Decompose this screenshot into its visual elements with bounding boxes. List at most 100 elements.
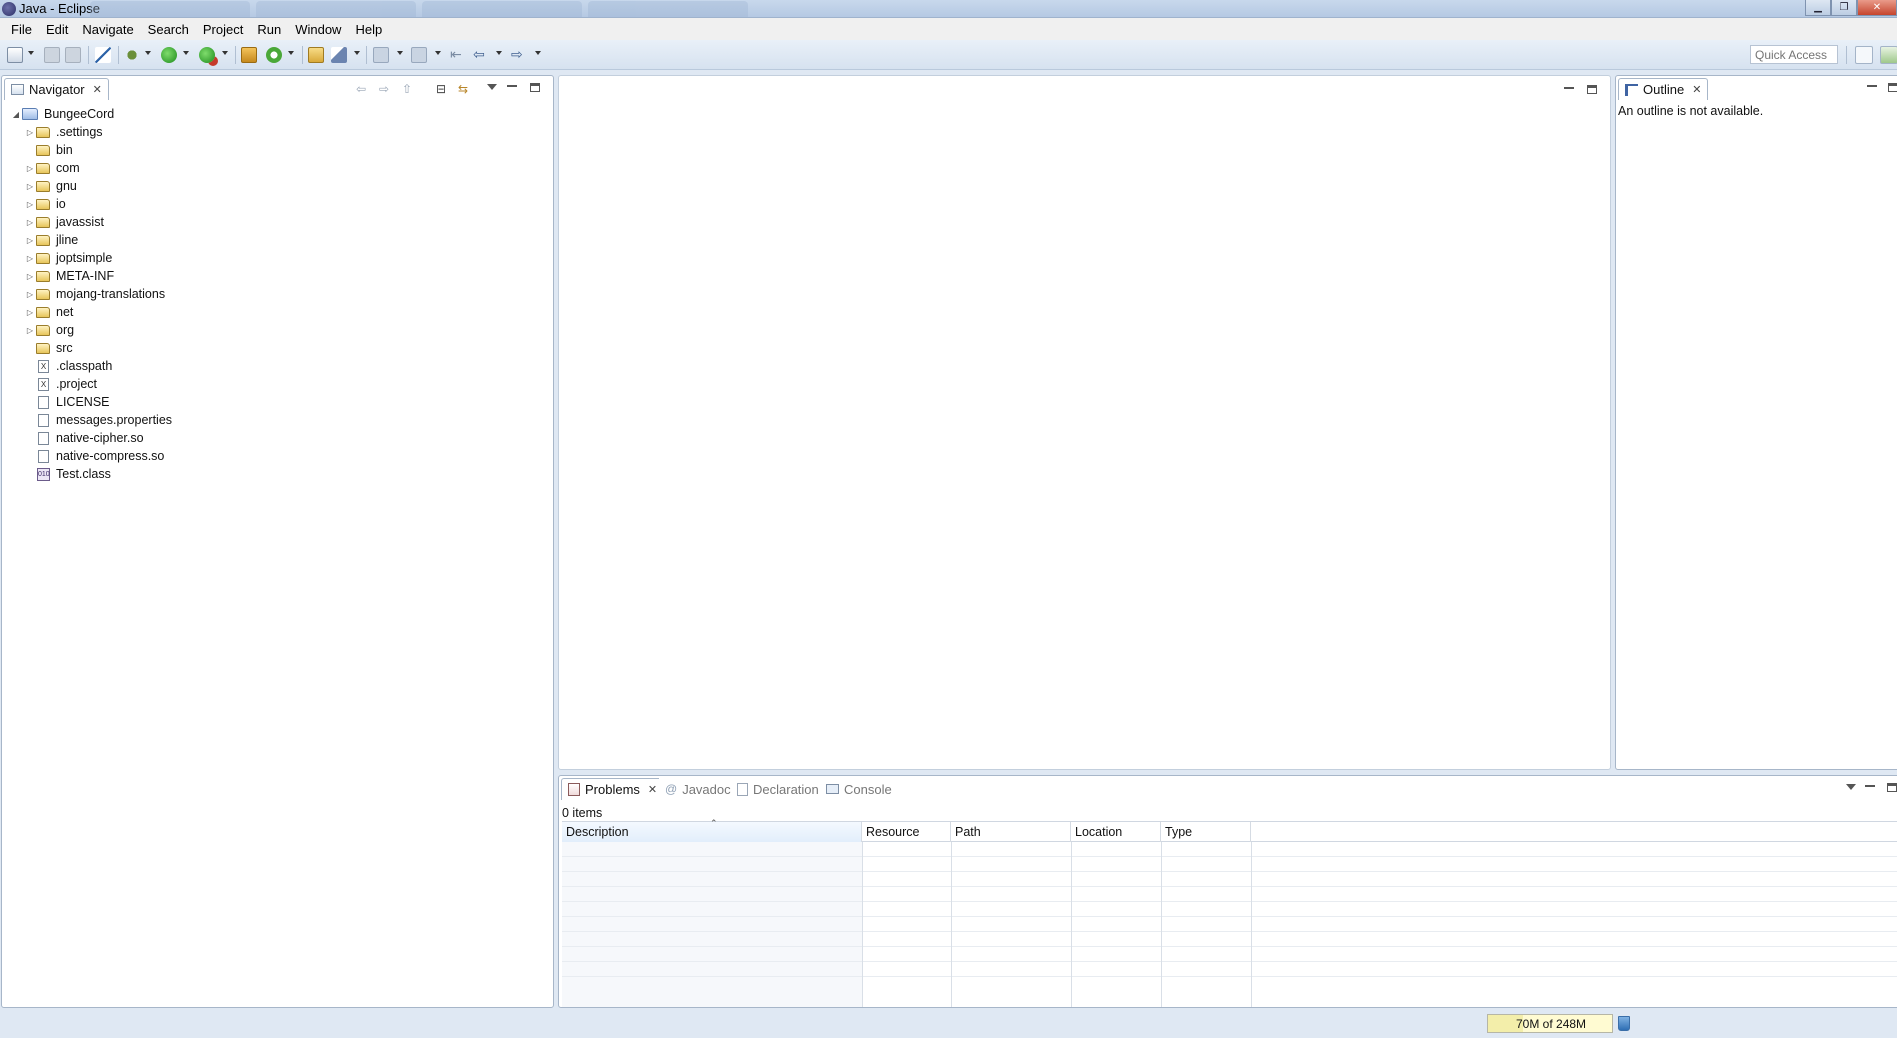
heap-status[interactable]: 70M of 248M bbox=[1487, 1014, 1613, 1033]
tree-item[interactable]: ▷ org bbox=[24, 321, 74, 339]
tree-item[interactable]: ▷ io bbox=[24, 195, 66, 213]
open-perspective-icon[interactable] bbox=[1855, 46, 1873, 64]
debug-dropdown-icon[interactable] bbox=[145, 51, 151, 55]
expand-twisty-icon[interactable]: ▷ bbox=[24, 254, 36, 263]
new-java-package-icon[interactable] bbox=[241, 47, 257, 63]
java-perspective-icon[interactable] bbox=[1880, 46, 1897, 64]
search-icon[interactable] bbox=[331, 47, 347, 63]
close-icon[interactable]: ✕ bbox=[93, 83, 102, 96]
save-icon[interactable] bbox=[44, 47, 60, 63]
back-dropdown-icon[interactable] bbox=[496, 51, 502, 55]
new-icon[interactable] bbox=[7, 47, 23, 63]
expand-twisty-icon[interactable]: ▷ bbox=[24, 200, 36, 209]
expand-twisty-icon[interactable]: ▷ bbox=[24, 308, 36, 317]
close-icon[interactable]: ✕ bbox=[648, 783, 657, 796]
run-external-tools-icon[interactable] bbox=[199, 47, 215, 63]
tree-item[interactable]: X .project bbox=[24, 375, 97, 393]
open-type-icon[interactable] bbox=[308, 47, 324, 63]
minimize-window-button[interactable]: ▁ bbox=[1805, 0, 1831, 16]
tab-outline[interactable]: Outline ✕ bbox=[1618, 78, 1709, 100]
expand-twisty-icon[interactable]: ▷ bbox=[24, 182, 36, 191]
run-dropdown-icon[interactable] bbox=[183, 51, 189, 55]
tree-item-project[interactable]: ◢ BungeeCord bbox=[10, 105, 114, 123]
back-icon[interactable]: ⇦ bbox=[473, 47, 489, 63]
tree-item[interactable]: ▷ com bbox=[24, 159, 80, 177]
tree-item[interactable]: messages.properties bbox=[24, 411, 172, 429]
column-header-location[interactable]: Location bbox=[1071, 822, 1161, 842]
last-edit-location-icon[interactable]: ⇤ bbox=[450, 47, 466, 63]
tree-item[interactable]: ▷ javassist bbox=[24, 213, 104, 231]
column-header-resource[interactable]: Resource bbox=[862, 822, 951, 842]
menu-window[interactable]: Window bbox=[288, 22, 348, 37]
menu-file[interactable]: File bbox=[4, 22, 39, 37]
menu-search[interactable]: Search bbox=[141, 22, 196, 37]
new-dropdown-icon[interactable] bbox=[28, 51, 34, 55]
maximize-icon[interactable] bbox=[1888, 83, 1897, 92]
link-with-editor-icon[interactable]: ⇆ bbox=[456, 82, 470, 96]
garbage-collect-icon[interactable] bbox=[1618, 1016, 1630, 1031]
minimize-icon[interactable] bbox=[507, 83, 517, 87]
quick-access-input[interactable] bbox=[1750, 45, 1838, 64]
search-dropdown-icon[interactable] bbox=[354, 51, 360, 55]
expand-twisty-icon[interactable]: ▷ bbox=[24, 218, 36, 227]
tree-item[interactable]: native-cipher.so bbox=[24, 429, 144, 447]
tree-item[interactable]: bin bbox=[24, 141, 73, 159]
tab-problems[interactable]: Problems ✕ bbox=[561, 778, 665, 800]
forward-dropdown-icon[interactable] bbox=[535, 51, 541, 55]
new-java-class-icon[interactable] bbox=[266, 47, 282, 63]
tree-item[interactable]: ▷ .settings bbox=[24, 123, 103, 141]
expand-twisty-icon[interactable]: ▷ bbox=[24, 326, 36, 335]
new-class-dropdown-icon[interactable] bbox=[288, 51, 294, 55]
expand-twisty-icon[interactable]: ▷ bbox=[24, 236, 36, 245]
run-icon[interactable] bbox=[161, 47, 177, 63]
debug-icon[interactable] bbox=[124, 47, 140, 63]
tree-item[interactable]: ▷ joptsimple bbox=[24, 249, 112, 267]
tree-item[interactable]: 010 Test.class bbox=[24, 465, 111, 483]
maximize-icon[interactable] bbox=[530, 83, 540, 92]
tab-console[interactable]: Console bbox=[820, 778, 898, 800]
collapse-all-icon[interactable]: ⊟ bbox=[434, 82, 448, 96]
view-menu-icon[interactable] bbox=[487, 84, 497, 90]
minimize-icon[interactable] bbox=[1564, 85, 1574, 89]
collapse-twisty-icon[interactable]: ◢ bbox=[10, 110, 22, 119]
expand-twisty-icon[interactable]: ▷ bbox=[24, 272, 36, 281]
tree-item[interactable]: ▷ META-INF bbox=[24, 267, 114, 285]
next-annotation-dropdown-icon[interactable] bbox=[397, 51, 403, 55]
menu-navigate[interactable]: Navigate bbox=[75, 22, 140, 37]
tab-javadoc[interactable]: @ Javadoc bbox=[659, 778, 737, 800]
forward-icon[interactable]: ⇨ bbox=[511, 47, 527, 63]
tree-item[interactable]: ▷ jline bbox=[24, 231, 78, 249]
view-menu-icon[interactable] bbox=[1846, 784, 1856, 790]
minimize-icon[interactable] bbox=[1867, 83, 1877, 87]
column-header-path[interactable]: Path bbox=[951, 822, 1071, 842]
restore-window-button[interactable]: ❐ bbox=[1831, 0, 1857, 16]
tab-declaration[interactable]: Declaration bbox=[731, 778, 825, 800]
minimize-icon[interactable] bbox=[1865, 783, 1875, 787]
tree-item[interactable]: src bbox=[24, 339, 73, 357]
close-window-button[interactable]: ✕ bbox=[1857, 0, 1897, 16]
save-all-icon[interactable] bbox=[65, 47, 81, 63]
menu-help[interactable]: Help bbox=[348, 22, 389, 37]
external-tools-dropdown-icon[interactable] bbox=[222, 51, 228, 55]
close-icon[interactable]: ✕ bbox=[1692, 83, 1701, 96]
maximize-icon[interactable] bbox=[1887, 783, 1897, 792]
tree-item[interactable]: ▷ gnu bbox=[24, 177, 77, 195]
previous-annotation-icon[interactable] bbox=[411, 47, 427, 63]
maximize-icon[interactable] bbox=[1587, 85, 1597, 94]
tree-item[interactable]: ▷ mojang-translations bbox=[24, 285, 165, 303]
expand-twisty-icon[interactable]: ▷ bbox=[24, 164, 36, 173]
tree-item[interactable]: ▷ net bbox=[24, 303, 73, 321]
next-annotation-icon[interactable] bbox=[373, 47, 389, 63]
skip-breakpoints-icon[interactable] bbox=[95, 47, 111, 63]
menu-edit[interactable]: Edit bbox=[39, 22, 75, 37]
forward-icon[interactable]: ⇨ bbox=[377, 82, 391, 96]
up-icon[interactable]: ⇧ bbox=[400, 82, 414, 96]
menu-run[interactable]: Run bbox=[250, 22, 288, 37]
tree-item[interactable]: LICENSE bbox=[24, 393, 110, 411]
back-icon[interactable]: ⇦ bbox=[354, 82, 368, 96]
column-header-description[interactable]: ⌃ Description bbox=[562, 818, 862, 842]
column-header-type[interactable]: Type bbox=[1161, 822, 1251, 842]
expand-twisty-icon[interactable]: ▷ bbox=[24, 128, 36, 137]
tree-item[interactable]: X .classpath bbox=[24, 357, 112, 375]
tree-item[interactable]: native-compress.so bbox=[24, 447, 164, 465]
